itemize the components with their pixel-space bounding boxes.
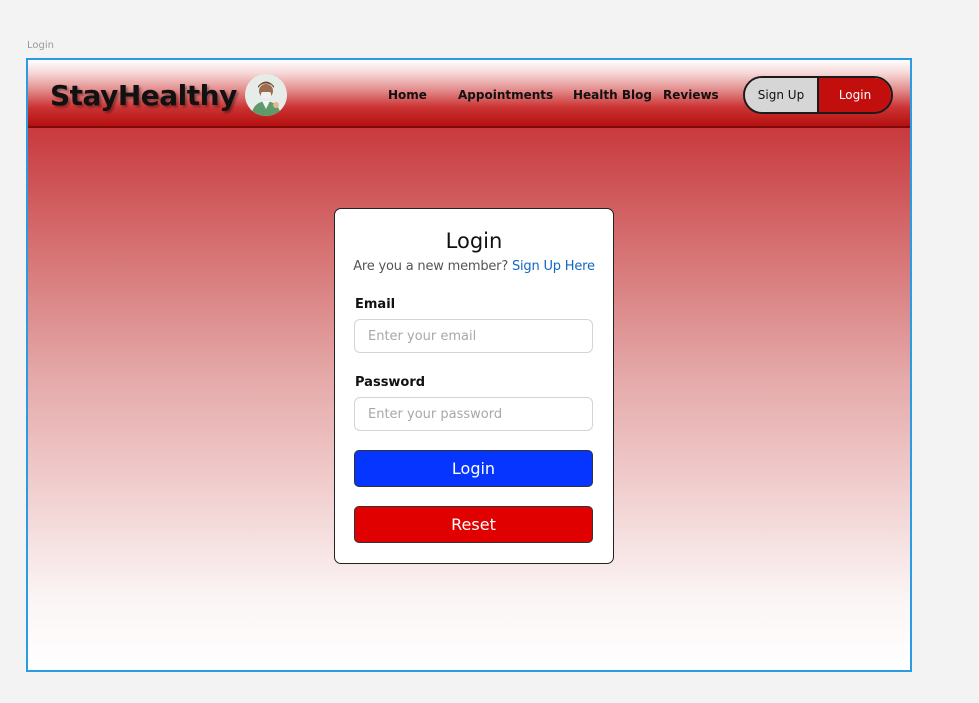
frame-label: Login <box>27 40 54 51</box>
login-title: Login <box>445 229 503 253</box>
password-label: Password <box>355 375 426 390</box>
reset-button[interactable]: Reset <box>354 506 593 543</box>
brand-name[interactable]: StayHealthy <box>50 79 237 112</box>
email-label: Email <box>355 297 396 312</box>
navbar: StayHealthy Home Appointments Health Blo… <box>28 60 910 128</box>
page-frame: StayHealthy Home Appointments Health Blo… <box>26 58 912 672</box>
password-field[interactable] <box>354 397 593 431</box>
nav-link-reviews[interactable]: Reviews <box>663 88 719 102</box>
login-button[interactable]: Login <box>354 450 593 487</box>
brand[interactable]: StayHealthy <box>50 74 287 116</box>
auth-buttons: Sign Up Login <box>743 76 893 114</box>
email-field[interactable] <box>354 319 593 353</box>
nav-link-home[interactable]: Home <box>388 88 427 102</box>
login-subtitle: Are you a new member? Sign Up Here <box>335 259 613 274</box>
nav-login-button[interactable]: Login <box>819 78 891 112</box>
nav-link-health-blog[interactable]: Health Blog <box>573 88 652 102</box>
subtitle-text: Are you a new member? <box>353 259 509 274</box>
login-card: Login Are you a new member? Sign Up Here… <box>334 208 614 564</box>
signup-button[interactable]: Sign Up <box>745 78 819 112</box>
signup-link[interactable]: Sign Up Here <box>512 259 595 274</box>
doctor-avatar-icon <box>244 74 287 116</box>
nav-link-appointments[interactable]: Appointments <box>458 88 553 102</box>
